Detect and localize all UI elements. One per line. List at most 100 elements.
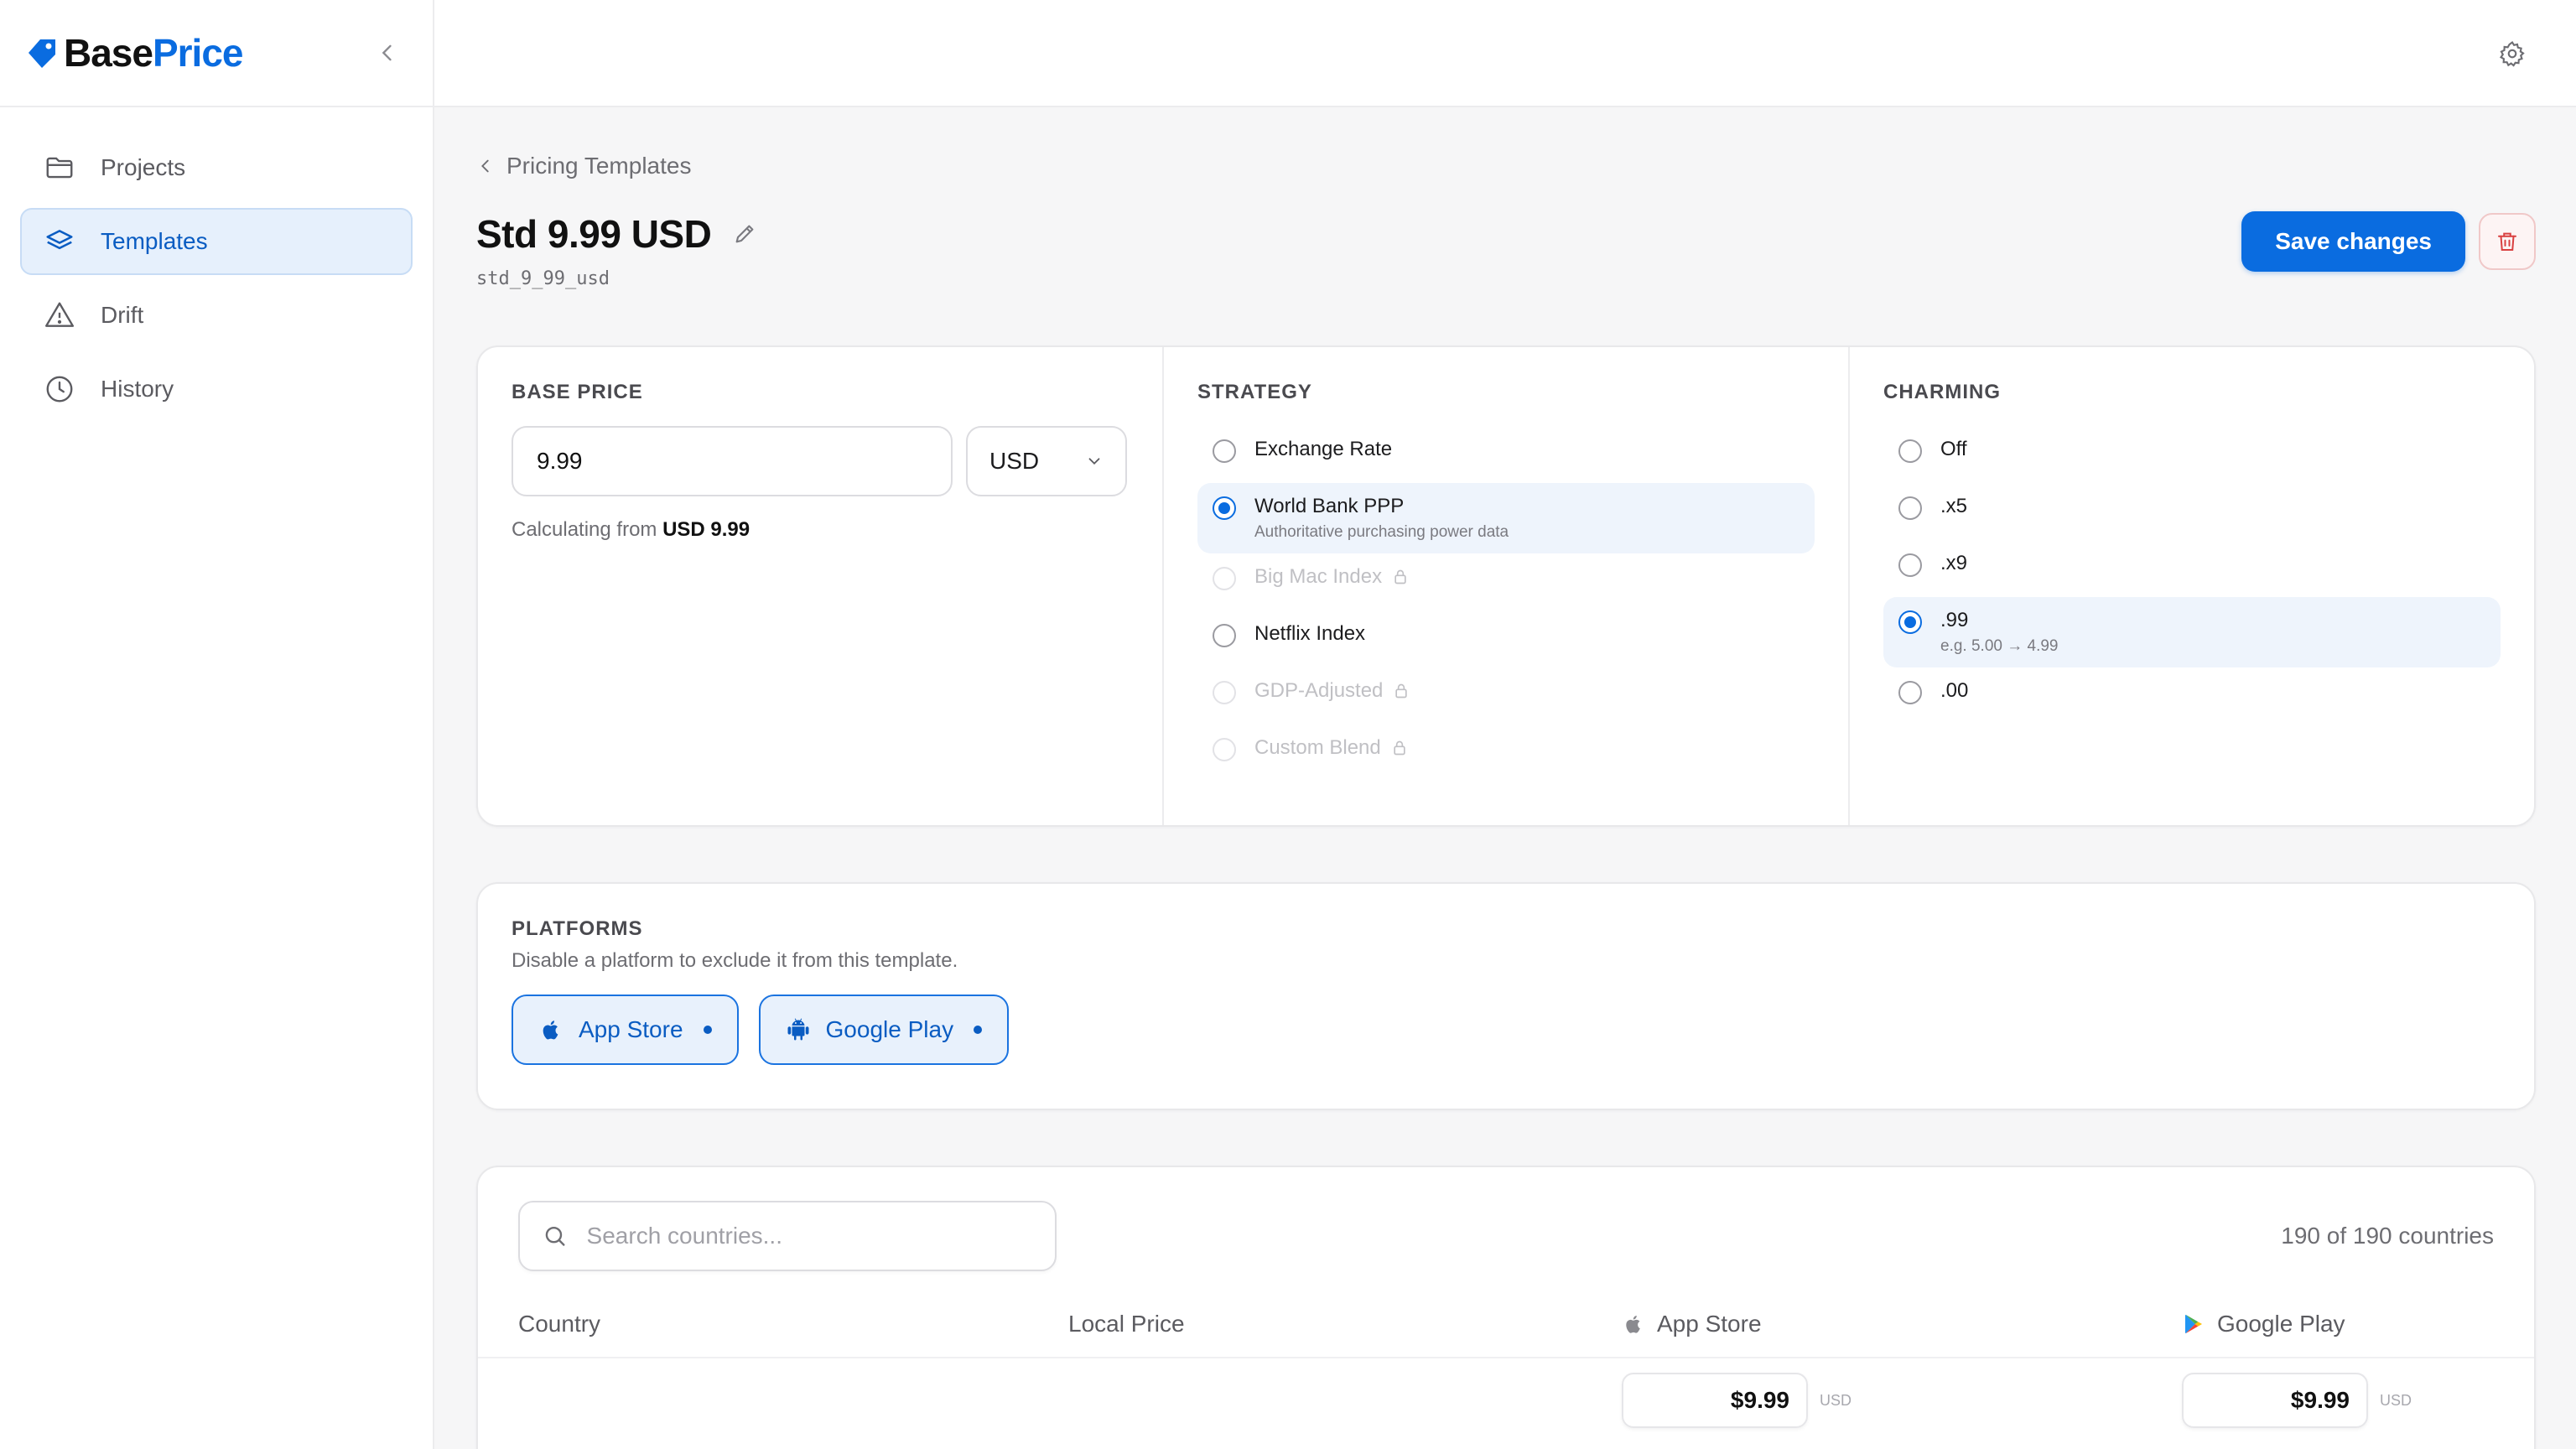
collapse-sidebar-button[interactable]	[367, 33, 408, 73]
option-label: .x9	[1940, 552, 1968, 574]
delete-button[interactable]	[2479, 213, 2536, 270]
platform-toggle-google-play[interactable]: Google Play	[758, 995, 1010, 1065]
option-label: Big Mac Index	[1254, 565, 1383, 588]
option-label: Off	[1940, 438, 1967, 460]
trash-icon	[2498, 232, 2516, 251]
charming-option-x9[interactable]: .x9	[1883, 540, 2501, 597]
note-value: USD 9.99	[662, 518, 750, 541]
breadcrumb[interactable]: Pricing Templates	[476, 149, 2536, 183]
platform-label: Google Play	[825, 1016, 954, 1042]
column-header-local-price[interactable]: Local Price	[1068, 1311, 1622, 1337]
radio-button[interactable]	[1898, 553, 1922, 577]
currency-value: USD	[989, 448, 1040, 474]
strategy-option-world-bank-ppp[interactable]: World Bank PPP Authoritative purchasing …	[1197, 483, 1815, 553]
currency-tag: USD	[2380, 1391, 2412, 1409]
settings-button[interactable]	[2492, 34, 2532, 74]
note-prefix: Calculating from	[512, 518, 657, 541]
radio-button[interactable]	[1213, 439, 1236, 463]
pencil-icon[interactable]	[731, 221, 758, 247]
section-label: STRATEGY	[1197, 381, 1312, 403]
strategy-option-big-mac-index: Big Mac Index	[1197, 553, 1815, 610]
section-label: BASE PRICE	[512, 381, 643, 403]
sidebar-item-templates[interactable]: Templates	[20, 208, 413, 275]
strategy-options: Exchange Rate World Bank PPP Authoritati…	[1197, 426, 1815, 782]
apple-icon	[543, 1021, 558, 1040]
lock-icon	[1394, 740, 1405, 756]
radio-button	[1213, 738, 1236, 761]
option-label: Custom Blend	[1254, 736, 1381, 759]
price-tag-icon	[29, 39, 55, 68]
app-store-price-input[interactable]: $9.99	[1622, 1373, 1808, 1428]
country-search[interactable]	[518, 1201, 1057, 1271]
layers-icon	[46, 230, 73, 250]
search-input[interactable]	[586, 1223, 1033, 1249]
title-line: Std 9.99 USD	[476, 211, 758, 257]
section-label: CHARMING	[1883, 381, 2001, 403]
google-play-price-cell: $9.99 USD	[2182, 1373, 2412, 1428]
title-wrap: Std 9.99 USD std_9_99_usd	[476, 211, 758, 289]
chevron-down-icon	[1088, 458, 1100, 465]
lock-icon	[1395, 683, 1408, 699]
page-title: Std 9.99 USD	[476, 212, 712, 256]
radio-button[interactable]	[1898, 610, 1922, 634]
google-play-price-input[interactable]: $9.99	[2182, 1373, 2368, 1428]
top-bar	[434, 0, 2576, 107]
strategy-option-custom-blend: Custom Blend	[1197, 724, 1815, 782]
header-actions: Save changes	[2241, 211, 2536, 272]
option-label: .x5	[1940, 495, 1968, 517]
strategy-section: STRATEGY Exchange Rate World Bank PPP Au…	[1164, 347, 1850, 825]
charming-option-x5[interactable]: .x5	[1883, 483, 2501, 540]
base-price-input[interactable]: 9.99	[512, 426, 953, 496]
clock-icon	[46, 376, 73, 402]
title-row: Std 9.99 USD std_9_99_usd Save changes	[476, 211, 2536, 304]
folder-icon	[46, 157, 73, 179]
template-slug: std_9_99_usd	[476, 268, 610, 289]
radio-button[interactable]	[1898, 681, 1922, 704]
option-description: e.g. 5.00 → 4.99	[1940, 637, 2059, 655]
section-label: PLATFORMS	[512, 917, 643, 940]
chevron-left-icon	[481, 159, 489, 173]
charming-option-00[interactable]: .00	[1883, 667, 2501, 724]
column-header-app-store[interactable]: App Store	[1622, 1311, 2182, 1337]
radio-button[interactable]	[1898, 496, 1922, 520]
currency-select[interactable]: USD	[966, 426, 1127, 496]
option-label: Exchange Rate	[1254, 438, 1393, 460]
platforms-card: PLATFORMS Disable a platform to exclude …	[476, 882, 2536, 1110]
sidebar-item-label: Drift	[101, 302, 144, 328]
column-header-country[interactable]: Country	[518, 1311, 1068, 1337]
base-price-section: BASE PRICE 9.99 USD Calculating from USD…	[478, 347, 1164, 825]
apple-icon	[1626, 1315, 1640, 1333]
sidebar-item-history[interactable]: History	[20, 356, 413, 423]
android-icon	[787, 1018, 809, 1041]
table-toolbar: 190 of 190 countries	[478, 1167, 2534, 1271]
option-description: Authoritative purchasing power data	[1254, 523, 1509, 541]
breadcrumb-link[interactable]: Pricing Templates	[506, 153, 691, 179]
save-changes-button[interactable]: Save changes	[2241, 211, 2465, 272]
enabled-dot	[703, 1026, 712, 1034]
option-label: .99	[1940, 609, 1969, 631]
charming-option-99[interactable]: .99 e.g. 5.00 → 4.99	[1883, 597, 2501, 667]
strategy-option-netflix-index[interactable]: Netflix Index	[1197, 610, 1815, 667]
logo[interactable]: BasePrice	[25, 30, 243, 75]
option-label: Netflix Index	[1254, 622, 1366, 645]
sidebar-item-label: Templates	[101, 228, 208, 254]
lock-icon	[1394, 569, 1406, 584]
calculation-note: Calculating from USD 9.99	[512, 518, 1129, 542]
radio-button[interactable]	[1213, 496, 1236, 520]
sidebar-item-projects[interactable]: Projects	[20, 134, 413, 201]
platform-toggle-app-store[interactable]: App Store	[512, 995, 739, 1065]
app-store-price-cell: $9.99 USD	[1622, 1373, 2182, 1428]
sidebar-item-drift[interactable]: Drift	[20, 282, 413, 349]
charming-section: CHARMING Off .x5 .x9 .99 e.g. 5.00 → 4.9…	[1850, 347, 2534, 825]
strategy-option-exchange-rate[interactable]: Exchange Rate	[1197, 426, 1815, 483]
platforms-description: Disable a platform to exclude it from th…	[512, 949, 958, 972]
column-header-google-play[interactable]: Google Play	[2182, 1311, 2345, 1337]
pricing-config-card: BASE PRICE 9.99 USD Calculating from USD…	[476, 345, 2536, 827]
radio-button[interactable]	[1213, 624, 1236, 647]
radio-button[interactable]	[1898, 439, 1922, 463]
chevron-left-icon	[382, 44, 392, 61]
charming-option-off[interactable]: Off	[1883, 426, 2501, 483]
currency-tag: USD	[1820, 1391, 1852, 1409]
google-play-icon	[2184, 1314, 2202, 1334]
table-row: $9.99 USD $9.99 USD	[478, 1358, 2534, 1442]
